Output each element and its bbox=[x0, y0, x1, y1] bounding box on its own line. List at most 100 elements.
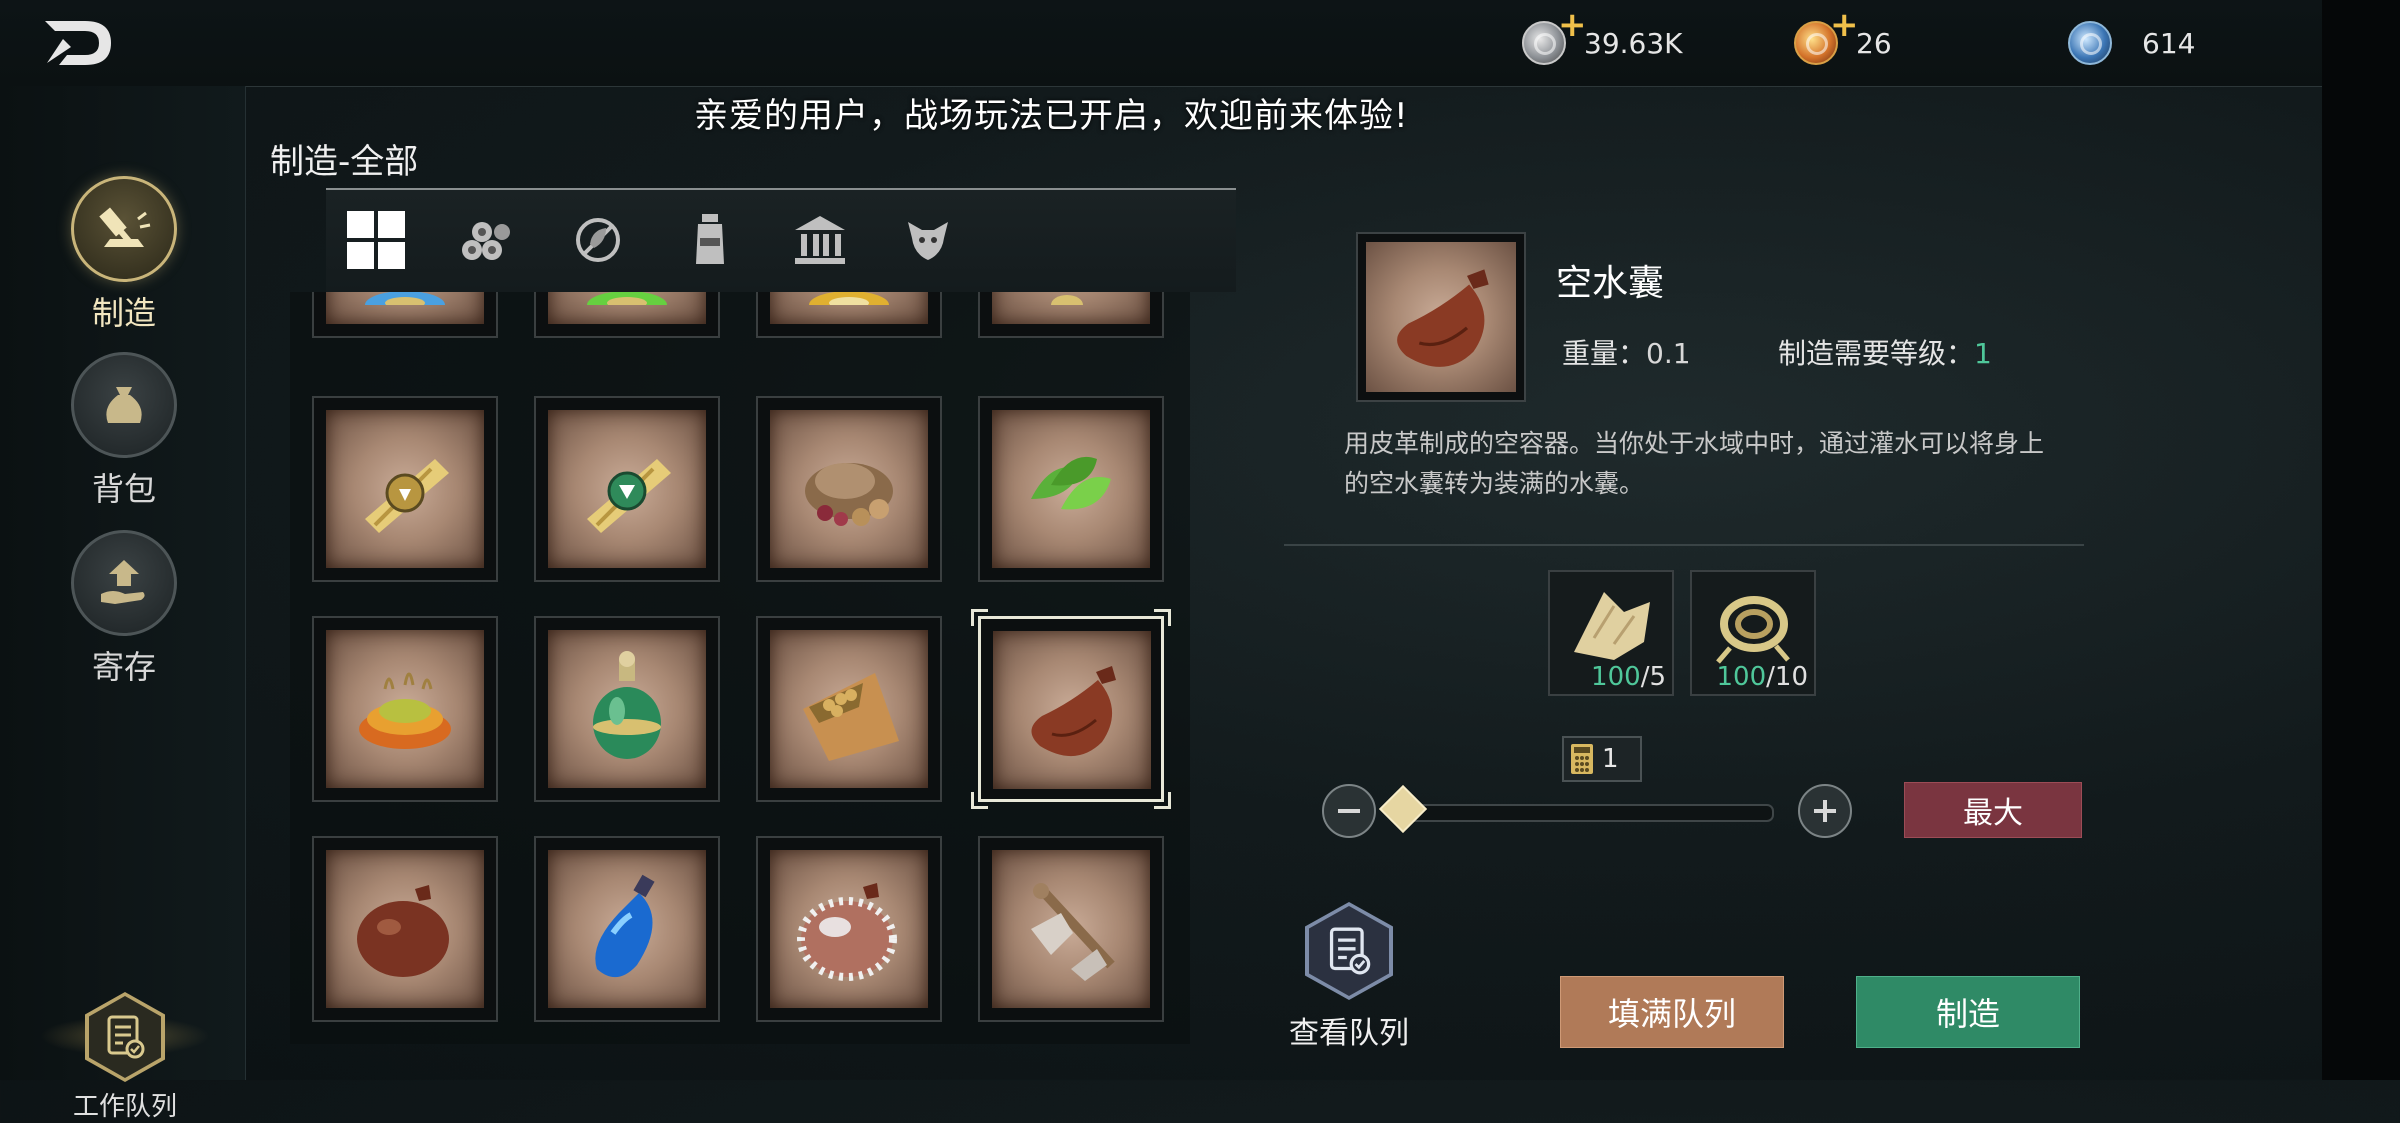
item-slot-blue-scroll[interactable] bbox=[312, 292, 498, 338]
item-slot-gold-scroll[interactable] bbox=[756, 292, 942, 338]
logs-icon bbox=[462, 222, 510, 260]
tab-creatures[interactable] bbox=[892, 204, 964, 276]
item-slot-emblem-scroll[interactable] bbox=[312, 396, 498, 582]
blue-gem-icon bbox=[2068, 21, 2112, 65]
gem-currency: 614 bbox=[2068, 20, 2195, 66]
all-grid-icon bbox=[347, 211, 405, 269]
roasted-seeds-icon bbox=[359, 672, 451, 749]
sidebar-item-storage[interactable]: 寄存 bbox=[62, 530, 186, 688]
leather-scrap-icon bbox=[1574, 592, 1650, 660]
green-seal-scroll-icon bbox=[587, 459, 671, 533]
quantity-value: 1 bbox=[1602, 744, 1619, 774]
tab-buildings[interactable] bbox=[784, 204, 856, 276]
mushroom-pile-icon bbox=[805, 463, 893, 526]
item-required-level: 制造需要等级：1 bbox=[1778, 332, 1992, 372]
sidebar-item-label: 制造 bbox=[91, 294, 156, 332]
gold-scroll-icon bbox=[809, 292, 889, 305]
item-slot-green-herb[interactable] bbox=[978, 396, 1164, 582]
view-queue-button[interactable]: 查看队列 bbox=[1284, 902, 1414, 1052]
green-potion-icon bbox=[593, 651, 661, 759]
level-label: 制造需要等级： bbox=[1778, 337, 1975, 370]
add-silver-icon[interactable]: + bbox=[1558, 8, 1587, 42]
green-scroll-icon bbox=[587, 292, 667, 305]
quantity-slider[interactable] bbox=[1400, 804, 1774, 822]
storage-hand-icon bbox=[101, 560, 145, 604]
sidebar-item-label: 寄存 bbox=[91, 648, 156, 686]
add-gold-icon[interactable]: + bbox=[1830, 8, 1859, 42]
fill-queue-button[interactable]: 填满队列 bbox=[1560, 976, 1784, 1048]
silver-currency[interactable]: + 39.63K bbox=[1522, 8, 1683, 66]
yellow-scroll-icon bbox=[1051, 295, 1083, 305]
divider bbox=[1284, 544, 2084, 546]
item-grid bbox=[290, 292, 1190, 1044]
craft-title: 制造-全部 bbox=[270, 142, 419, 182]
view-queue-label: 查看队列 bbox=[1289, 1016, 1409, 1051]
selected-item-icon bbox=[1356, 232, 1526, 402]
item-slot-blue-potion[interactable] bbox=[534, 836, 720, 1022]
screen-edge bbox=[2322, 0, 2400, 1080]
bone-axe-icon bbox=[1031, 883, 1115, 981]
emblem-scroll-icon bbox=[365, 459, 449, 533]
plus-icon bbox=[1814, 800, 1836, 822]
frost-waterskin-icon bbox=[797, 883, 897, 981]
building-icon bbox=[795, 216, 845, 264]
queue-list-icon bbox=[1329, 927, 1371, 975]
bottle-icon bbox=[696, 214, 724, 264]
item-description: 用皮革制成的空容器。当你处于水域中时，通过灌水可以将身上的空水囊转为装满的水囊。 bbox=[1344, 429, 2045, 498]
silver-amount: 39.63K bbox=[1584, 26, 1683, 60]
item-weight: 重量：0.1 bbox=[1562, 332, 1691, 372]
item-slot-seed-pouch[interactable] bbox=[756, 616, 942, 802]
gold-currency[interactable]: + 26 bbox=[1794, 8, 1892, 66]
system-notice: 亲爱的用户，战场玩法已开启，欢迎前来体验! bbox=[694, 96, 1409, 136]
sidebar-item-label: 背包 bbox=[91, 470, 156, 508]
blue-scroll-icon bbox=[365, 292, 445, 305]
category-bar bbox=[326, 188, 1236, 292]
material-count: 100/5 bbox=[1591, 662, 1666, 692]
disabled-leaf-icon bbox=[576, 218, 620, 262]
top-bar: + 39.63K + 26 614 bbox=[0, 0, 2322, 87]
back-button[interactable] bbox=[38, 14, 118, 72]
increase-button[interactable] bbox=[1798, 784, 1852, 838]
item-slot-green-seal-scroll[interactable] bbox=[534, 396, 720, 582]
work-queue-button[interactable]: 工作队列 bbox=[40, 992, 210, 1123]
sidebar-item-craft[interactable]: 制造 bbox=[62, 176, 186, 334]
item-slot-empty-waterskin[interactable] bbox=[971, 609, 1171, 809]
rope-coil-icon bbox=[1716, 596, 1790, 664]
slider-handle[interactable] bbox=[1378, 784, 1428, 834]
calculator-icon bbox=[1571, 744, 1593, 774]
item-slot-yellow-scroll[interactable] bbox=[978, 292, 1164, 338]
queue-list-icon bbox=[107, 1015, 145, 1059]
item-slot-roasted-seeds[interactable] bbox=[312, 616, 498, 802]
decrease-button[interactable] bbox=[1322, 784, 1376, 838]
work-queue-label: 工作队列 bbox=[72, 1092, 177, 1122]
material-slot-rope[interactable]: 100/10 bbox=[1690, 570, 1816, 696]
item-name: 空水囊 bbox=[1556, 263, 1665, 304]
blue-potion-icon bbox=[595, 874, 655, 978]
item-slot-bone-axe[interactable] bbox=[978, 836, 1164, 1022]
material-slot-leather[interactable]: 100/5 bbox=[1548, 570, 1674, 696]
empty-waterskin-icon bbox=[1397, 269, 1489, 367]
item-slot-frost-waterskin[interactable] bbox=[756, 836, 942, 1022]
tab-food[interactable] bbox=[562, 204, 634, 276]
seed-pouch-icon bbox=[803, 673, 899, 761]
tab-materials[interactable] bbox=[450, 204, 522, 276]
gold-amount: 26 bbox=[1856, 26, 1892, 60]
leather-waterskin-icon bbox=[357, 885, 449, 977]
item-slot-green-scroll[interactable] bbox=[534, 292, 720, 338]
sidebar: 制造 背包 寄存 工作队列 bbox=[0, 86, 246, 1122]
max-button[interactable]: 最大 bbox=[1904, 782, 2082, 838]
green-herb-icon bbox=[1031, 456, 1111, 510]
creature-icon bbox=[908, 222, 948, 260]
weight-label: 重量： bbox=[1562, 337, 1647, 370]
empty-waterskin-icon bbox=[1031, 666, 1116, 757]
item-slot-leather-waterskin[interactable] bbox=[312, 836, 498, 1022]
tab-all[interactable] bbox=[340, 204, 412, 276]
gem-amount: 614 bbox=[2142, 26, 2196, 60]
craft-button[interactable]: 制造 bbox=[1856, 976, 2080, 1048]
item-slot-mushroom-pile[interactable] bbox=[756, 396, 942, 582]
back-arrow-icon bbox=[45, 21, 111, 65]
item-slot-green-potion[interactable] bbox=[534, 616, 720, 802]
tab-potions[interactable] bbox=[674, 204, 746, 276]
sidebar-item-bag[interactable]: 背包 bbox=[62, 352, 186, 510]
quantity-display: 1 bbox=[1562, 736, 1642, 782]
